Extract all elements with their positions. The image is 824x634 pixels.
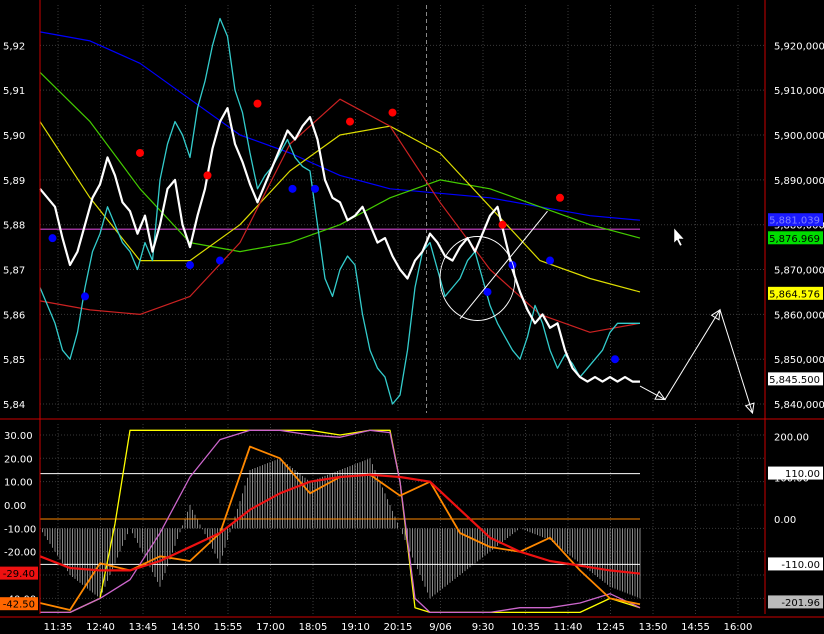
osc-right-tick: 0.00 xyxy=(774,515,796,526)
x-tick-label: 14:55 xyxy=(681,622,710,633)
price-value-box: 5,864.576 xyxy=(769,289,820,300)
x-tick-label: 9:30 xyxy=(472,622,494,633)
chart-canvas: 11:35 12:40 13:45 14:50 15:55 17:00 18:05 19:10… xyxy=(0,0,824,634)
price-right-tick: 5,900,000 xyxy=(774,131,824,142)
price-value-box: 5,845.500 xyxy=(769,375,820,386)
sell-signal-dot xyxy=(203,171,212,180)
buy-signal-dot xyxy=(48,234,57,243)
x-tick-label: 13:45 xyxy=(129,622,158,633)
price-right-tick: 5,890,000 xyxy=(774,176,824,187)
buy-signal-dot xyxy=(288,184,297,193)
price-left-tick: 5,85 xyxy=(3,355,25,366)
price-right-tick: 5,870,000 xyxy=(774,266,824,277)
price-left-tick: 5,86 xyxy=(3,310,25,321)
price-value-box: 5,876.969 xyxy=(769,234,820,245)
price-left-tick: 5,88 xyxy=(3,221,25,232)
sell-signal-dot xyxy=(136,148,144,157)
price-value-box: 5,881.039 xyxy=(769,216,820,227)
buy-signal-dot xyxy=(186,261,194,270)
osc-value-box: -110.00 xyxy=(781,560,820,571)
x-tick-label: 19:10 xyxy=(341,622,370,633)
buy-signal-dot xyxy=(311,184,319,193)
buy-signal-dot xyxy=(611,355,619,364)
x-tick-label: 11:40 xyxy=(554,622,583,633)
x-tick-label: 18:05 xyxy=(299,622,328,633)
price-left-tick: 5,89 xyxy=(3,176,25,187)
x-tick-label: 12:45 xyxy=(596,622,625,633)
sell-signal-dot xyxy=(498,220,507,229)
price-right-tick: 5,840,000 xyxy=(774,400,824,411)
x-tick-label: 12:40 xyxy=(86,622,115,633)
osc-left-box: -29.40 xyxy=(3,569,35,580)
osc-left-box: -42.50 xyxy=(3,600,35,611)
x-tick-label: 15:55 xyxy=(214,622,243,633)
sell-signal-dot xyxy=(253,99,262,108)
x-tick-label: 16:00 xyxy=(724,622,753,633)
x-tick-label: 13:50 xyxy=(639,622,668,633)
osc-right-tick: 200.00 xyxy=(774,432,809,443)
osc-left-tick: 0.00 xyxy=(4,501,26,512)
price-right-tick: 5,860,000 xyxy=(774,310,824,321)
buy-signal-dot xyxy=(546,256,554,265)
buy-signal-dot xyxy=(81,292,89,301)
x-tick-label: 17:00 xyxy=(256,622,285,633)
price-left-tick: 5,91 xyxy=(3,86,25,97)
osc-left-tick: 30.00 xyxy=(4,431,33,442)
osc-value-box: 110.00 xyxy=(785,469,820,480)
price-left-tick: 5,92 xyxy=(3,41,25,52)
price-left-tick: 5,84 xyxy=(3,400,25,411)
sell-signal-dot xyxy=(388,108,397,117)
x-tick-label: 11:35 xyxy=(44,622,73,633)
buy-signal-dot xyxy=(216,256,224,265)
x-tick-label: 9/06 xyxy=(429,622,451,633)
x-tick-label: 20:15 xyxy=(384,622,413,633)
price-right-tick: 5,850,000 xyxy=(774,355,824,366)
price-right-tick: 5,920,000 xyxy=(774,41,824,52)
osc-left-tick: -10.00 xyxy=(4,524,36,535)
price-left-tick: 5,90 xyxy=(3,131,25,142)
sell-signal-dot xyxy=(346,117,354,126)
x-tick-label: 10:35 xyxy=(511,622,540,633)
osc-left-tick: 10.00 xyxy=(4,478,33,489)
price-left-tick: 5,87 xyxy=(3,266,25,277)
sell-signal-dot xyxy=(556,193,564,202)
osc-value-box: -201.96 xyxy=(781,598,820,609)
osc-left-tick: 20.00 xyxy=(4,454,33,465)
x-tick-label: 14:50 xyxy=(171,622,200,633)
osc-left-tick: -20.00 xyxy=(4,548,36,559)
price-right-tick: 5,910,000 xyxy=(774,86,824,97)
